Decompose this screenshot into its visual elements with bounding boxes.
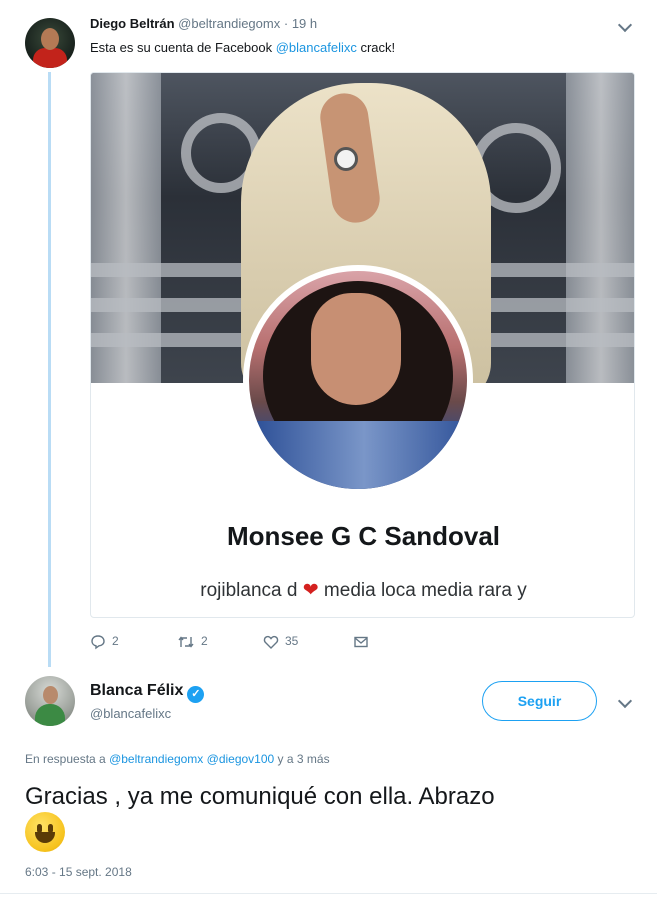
mention-link[interactable]: @blancafelixc (276, 40, 357, 55)
tweet-text-before: Esta es su cuenta de Facebook (90, 40, 276, 55)
chevron-down-icon[interactable] (617, 17, 633, 33)
profile-name: Monsee G C Sandoval (226, 521, 501, 551)
mention-link[interactable]: @beltrandiegomx (109, 752, 203, 766)
avatar-shirt (33, 48, 67, 68)
avatar-face (41, 28, 59, 50)
watch-image (334, 147, 358, 171)
like-button[interactable]: 35 (263, 634, 298, 650)
divider (0, 893, 657, 894)
tweet-text: Esta es su cuenta de Facebook @blancafel… (90, 40, 395, 55)
bio-text-before: rojiblanca d (200, 580, 298, 601)
separator-dot: · (283, 16, 289, 31)
retweet-count: 2 (201, 634, 208, 649)
author-handle[interactable]: @blancafelixc (90, 706, 171, 721)
retweet-button[interactable]: 2 (177, 634, 208, 650)
message-icon (354, 636, 368, 648)
smiling-face-emoji-icon (25, 812, 65, 852)
facebook-profile-screenshot[interactable]: Monsee G C Sandoval rojiblanca d ❤ media… (90, 72, 635, 618)
direct-message-button[interactable] (353, 634, 369, 650)
mention-link[interactable]: @diegov100 (207, 752, 275, 766)
retweet-icon (178, 636, 194, 648)
profile-top (249, 421, 467, 489)
avatar-body (35, 704, 65, 726)
tweet-text-after: crack! (356, 40, 396, 55)
reply-prefix: En respuesta a (25, 752, 110, 766)
author-name-row: Blanca Félix ✓ (90, 682, 205, 703)
author-name[interactable]: Blanca Félix (90, 682, 183, 699)
emoji-mouth (35, 832, 55, 843)
avatar-head (43, 686, 58, 704)
tweet-header: Diego Beltrán @beltrandiegomx · 19 h (90, 16, 317, 31)
chevron-down-icon[interactable] (617, 693, 633, 709)
reply-context: En respuesta a @beltrandiegomx @diegov10… (25, 752, 330, 766)
tweet-time[interactable]: 19 h (292, 16, 317, 31)
tweet-timestamp[interactable]: 6:03 - 15 sept. 2018 (25, 865, 132, 879)
author-handle[interactable]: @beltrandiegomx (178, 16, 280, 31)
avatar[interactable] (25, 676, 75, 726)
heart-icon (263, 635, 279, 649)
tweet-text: Gracias , ya me comuniqué con ella. Abra… (25, 783, 495, 810)
reply-count: 2 (112, 634, 119, 649)
tweet-diego: Diego Beltrán @beltrandiegomx · 19 h Est… (0, 0, 657, 670)
profile-bio: rojiblanca d ❤ media loca media rara y (91, 579, 634, 602)
profile-face (311, 293, 401, 405)
verified-badge-icon: ✓ (187, 686, 205, 703)
reply-suffix[interactable]: y a 3 más (274, 752, 330, 766)
author-name[interactable]: Diego Beltrán (90, 16, 175, 31)
profile-picture (243, 265, 473, 495)
heart-emoji-icon: ❤ (302, 580, 319, 601)
follow-button[interactable]: Seguir (482, 681, 597, 721)
bio-text-after: media loca media rara y (318, 580, 527, 601)
like-count: 35 (285, 634, 299, 649)
reply-icon (91, 635, 105, 650)
avatar[interactable] (25, 18, 75, 68)
reply-button[interactable]: 2 (90, 634, 119, 650)
